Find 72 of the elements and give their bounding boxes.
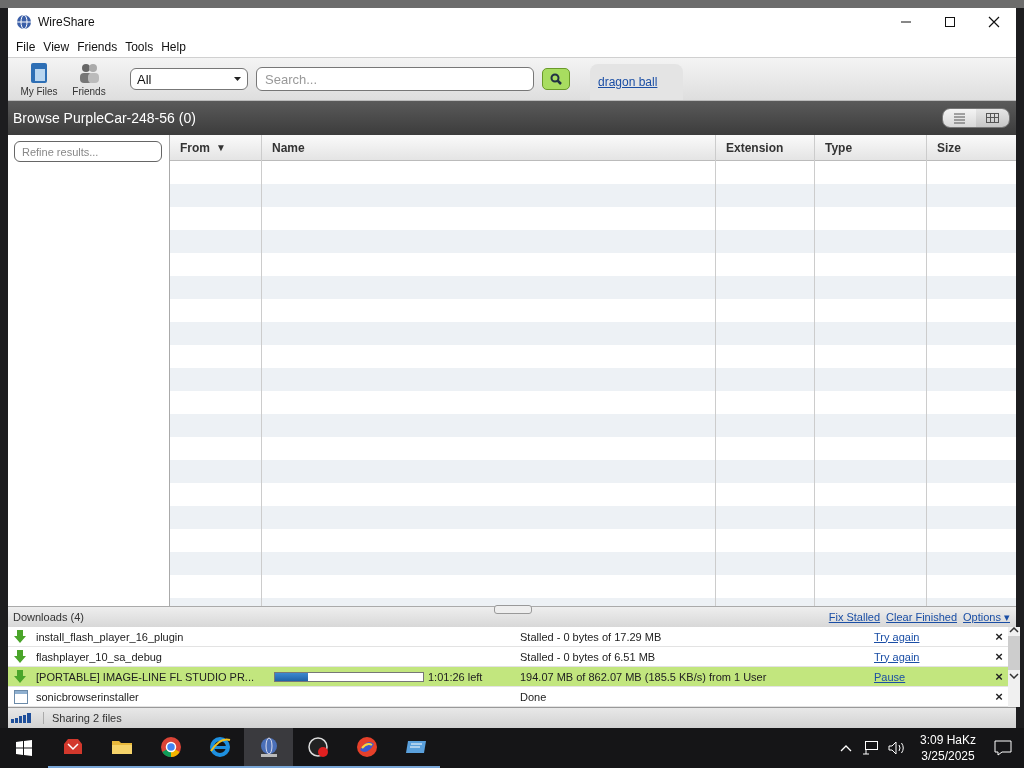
chrome-icon [159, 736, 182, 758]
menu-item[interactable]: Friends [73, 39, 122, 54]
browse-title: Browse PurpleCar-248-56 (0) [13, 110, 196, 126]
search-button[interactable] [542, 68, 570, 90]
resize-handle[interactable] [494, 605, 532, 614]
download-row[interactable]: [PORTABLE] IMAGE-LINE FL STUDIO PR... 1:01:26 left 194.07 MB of 862.07 MB (185.5 KB/s) from 1 User Pause × [8, 667, 1008, 687]
notification-icon[interactable] [994, 740, 1012, 756]
column-header[interactable]: Size [927, 135, 1016, 161]
clock-date[interactable]: 3/25/2025 [921, 748, 975, 764]
clock-time[interactable]: 3:09 HaKz [919, 732, 976, 748]
window-file-icon [14, 689, 28, 704]
column-header[interactable]: Extension [716, 135, 814, 161]
window-title: WireShare [38, 15, 96, 29]
network-icon[interactable] [861, 741, 878, 755]
browser-e-icon [208, 736, 231, 758]
column-header[interactable]: From ▼ [170, 135, 261, 161]
volume-icon[interactable] [887, 741, 906, 755]
sharing-status: Sharing 2 files [43, 712, 122, 724]
grid-icon [985, 112, 1000, 124]
download-action-link[interactable]: Try again [874, 650, 920, 663]
download-status: Done [520, 690, 548, 703]
list-icon [952, 112, 967, 124]
downloads-action-link[interactable]: Options ▾ [963, 610, 1010, 624]
refine-field[interactable]: Refine results... [14, 141, 162, 162]
category-dropdown[interactable]: All [130, 68, 248, 90]
downloads-action-link[interactable]: Fix Stalled [828, 611, 881, 623]
grid-view-button[interactable] [976, 109, 1009, 127]
taskbar-app-button[interactable] [244, 728, 293, 768]
downloads-title: Downloads (4) [13, 611, 85, 623]
remove-button[interactable]: × [990, 649, 1008, 664]
download-status: Stalled - 0 bytes of 17.29 MB [520, 630, 663, 643]
menu-item[interactable]: Help [157, 39, 190, 54]
people-icon [78, 61, 100, 85]
down-arrow-icon [14, 670, 26, 683]
menu-item[interactable]: File [12, 39, 40, 54]
down-arrow-icon [14, 630, 26, 643]
globe-icon [16, 14, 32, 30]
download-name: [PORTABLE] IMAGE-LINE FL STUDIO PR... [36, 670, 255, 683]
friends-button[interactable]: Friends [64, 61, 114, 97]
download-row[interactable]: install_flash_player_16_plugin Stalled - 0 bytes of 17.29 MB Try again × [8, 627, 1008, 647]
maximize-icon[interactable] [944, 16, 956, 28]
search-icon [550, 73, 562, 85]
caret-icon [234, 77, 241, 81]
downloads-action-link[interactable]: Clear Finished [886, 611, 958, 623]
column-header[interactable]: Name [262, 135, 715, 161]
chevron-down-icon [1009, 673, 1019, 679]
list-view-button[interactable] [943, 109, 976, 127]
menu-item[interactable]: Tools [121, 39, 158, 54]
column-header[interactable]: Type [815, 135, 926, 161]
download-status: 194.07 MB of 862.07 MB (185.5 KB/s) from 1 User [520, 670, 768, 683]
windows-logo-icon [16, 740, 32, 756]
remove-button[interactable]: × [990, 629, 1008, 644]
download-action-link[interactable]: Try again [874, 630, 920, 643]
search-field[interactable]: Search... [256, 67, 534, 91]
download-name: install_flash_player_16_plugin [36, 630, 185, 643]
search-tab[interactable]: dragon ball [590, 64, 684, 100]
remove-button[interactable]: × [990, 689, 1008, 704]
remove-button[interactable]: × [990, 669, 1008, 684]
swirl-icon [355, 736, 378, 758]
my-files-button[interactable]: My Files [14, 61, 64, 97]
close-icon[interactable] [988, 16, 1000, 28]
down-arrow-icon [14, 650, 26, 663]
chevron-up-icon [1009, 627, 1019, 633]
menu-item[interactable]: View [39, 39, 74, 54]
download-action-link[interactable]: Pause [874, 670, 906, 683]
download-name: sonicbrowserinstaller [36, 690, 140, 703]
download-name: flashplayer_10_sa_debug [36, 650, 163, 663]
scrollbar[interactable] [1008, 627, 1020, 707]
download-status: Stalled - 0 bytes of 6.51 MB [520, 650, 657, 663]
time-left: 1:01:26 left [428, 670, 484, 683]
chevron-up-icon[interactable] [839, 744, 852, 752]
record-icon [306, 736, 329, 758]
